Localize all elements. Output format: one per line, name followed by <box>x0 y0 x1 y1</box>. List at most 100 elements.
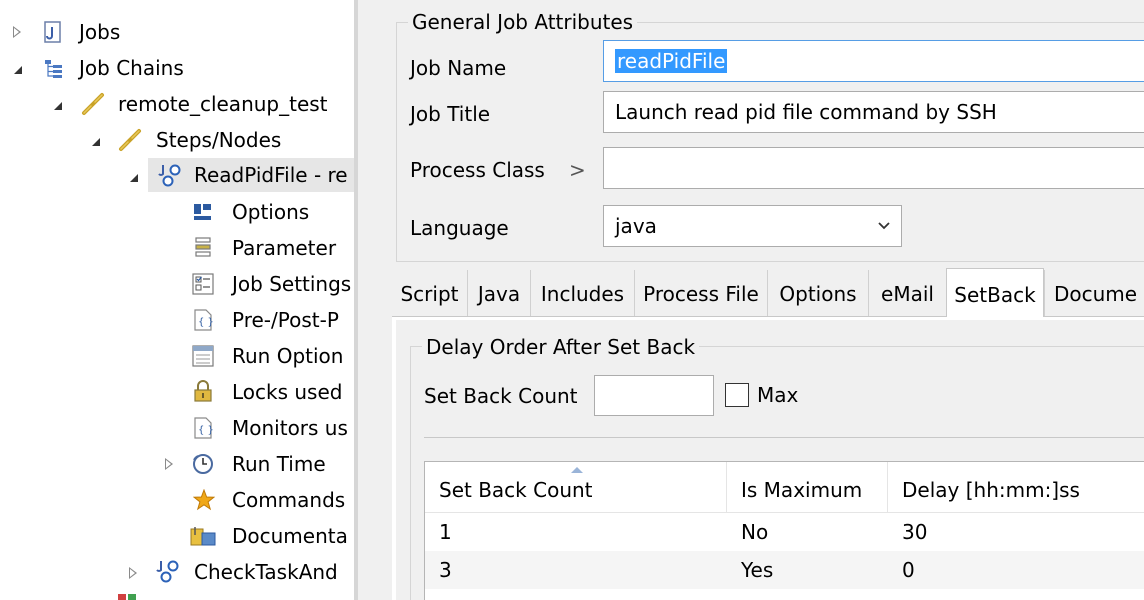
tree-item-monitors-used[interactable]: { } Monitors us <box>0 412 354 444</box>
tab-label: Includes <box>540 282 625 306</box>
setback-table[interactable]: Set Back Count Is Maximum Delay [hh:mm:]… <box>424 461 1144 600</box>
tree-item-label: Run Option <box>232 344 344 368</box>
tab-includes[interactable]: Includes <box>530 270 634 316</box>
cell-is-maximum: No <box>741 520 769 544</box>
tree-item-label: Monitors us <box>232 416 348 440</box>
options-icon <box>194 204 211 220</box>
tab-documentation[interactable]: Docume <box>1044 270 1144 316</box>
job-node-icon <box>156 560 179 583</box>
monitor-icon: { } <box>194 417 213 439</box>
column-header-delay[interactable]: Delay [hh:mm:]ss <box>888 462 1144 512</box>
job-tree[interactable]: Jobs Job Chains remote_cleanup_test Step… <box>0 0 354 600</box>
tab-process-file[interactable]: Process File <box>634 270 767 316</box>
column-header-label: Set Back Count <box>439 478 593 502</box>
expand-collapsed-icon[interactable] <box>128 566 138 580</box>
clock-icon <box>193 454 213 474</box>
table-row[interactable]: 1 No 30 <box>425 513 1144 551</box>
run-options-icon <box>192 345 214 367</box>
tree-item-label: ReadPidFile - re <box>194 163 348 187</box>
table-row[interactable]: 3 Yes 0 <box>425 551 1144 589</box>
chain-icon <box>82 93 104 115</box>
editor-tab-bar: Script Java Includes Process File Option… <box>392 268 1144 317</box>
tree-item-parameter[interactable]: Parameter <box>0 232 354 264</box>
process-class-browse-icon[interactable]: > <box>569 158 586 182</box>
job-node-icon <box>158 164 181 187</box>
tab-java[interactable]: Java <box>467 270 530 316</box>
cell-delay: 0 <box>902 558 915 582</box>
tree-item-label: CheckTaskAnd <box>194 560 338 584</box>
job-chains-icon <box>45 60 62 78</box>
svg-text:{ }: { } <box>198 425 213 436</box>
tree-item-readpidfile[interactable]: ReadPidFile - re <box>130 158 354 192</box>
column-header-set-back-count[interactable]: Set Back Count <box>425 462 727 512</box>
tree-item-label: Jobs <box>79 20 121 44</box>
language-label: Language <box>410 216 509 240</box>
tree-item-label: Commands <box>232 488 346 512</box>
expand-collapsed-icon[interactable] <box>164 457 174 471</box>
tab-label: eMail <box>881 282 934 306</box>
tree-item-label: Steps/Nodes <box>156 128 282 152</box>
parameter-icon <box>195 237 211 257</box>
set-back-count-input[interactable] <box>594 375 714 416</box>
tree-item-label: Documenta <box>232 524 348 548</box>
process-class-input[interactable] <box>603 147 1144 189</box>
max-label: Max <box>757 383 799 407</box>
tree-item-run-options[interactable]: Run Option <box>0 340 354 372</box>
tree-item-job-chains[interactable]: Job Chains <box>0 52 354 84</box>
tab-label: SetBack <box>954 283 1036 307</box>
job-title-label: Job Title <box>410 102 491 126</box>
language-select[interactable]: java <box>603 205 902 247</box>
tree-item-locks-used[interactable]: Locks used <box>0 376 354 408</box>
expand-open-icon[interactable] <box>92 138 100 146</box>
tree-item-job-settings[interactable]: Job Settings <box>0 268 354 300</box>
tab-label: Script <box>400 282 459 306</box>
jobs-folder-icon <box>44 21 61 43</box>
language-value: java <box>615 214 657 238</box>
tree-item-options[interactable]: Options <box>0 196 354 228</box>
tree-item-jobs[interactable]: Jobs <box>0 16 354 48</box>
column-header-label: Delay [hh:mm:]ss <box>902 478 1080 502</box>
chevron-down-icon <box>878 222 890 230</box>
job-settings-icon <box>192 273 214 295</box>
partial-tree-icon <box>118 594 142 600</box>
tree-item-remote-cleanup-test[interactable]: remote_cleanup_test <box>0 88 354 120</box>
tab-script[interactable]: Script <box>392 270 467 316</box>
chain-icon <box>119 129 141 151</box>
tab-label: Process File <box>643 282 759 306</box>
tree-item-label: Pre-/Post-P <box>232 308 339 332</box>
job-title-input[interactable]: Launch read pid file command by SSH <box>603 91 1144 133</box>
tree-item-label: Run Time <box>232 452 326 476</box>
tree-item-run-time[interactable]: Run Time <box>0 448 354 480</box>
set-back-count-label: Set Back Count <box>424 384 578 408</box>
star-icon <box>193 489 215 511</box>
expand-open-icon[interactable] <box>130 174 138 182</box>
column-header-is-maximum[interactable]: Is Maximum <box>727 462 888 512</box>
group-legend: General Job Attributes <box>408 11 638 33</box>
documentation-icon <box>190 527 216 546</box>
tree-item-label: remote_cleanup_test <box>118 92 328 116</box>
cell-delay: 30 <box>902 520 928 544</box>
tab-label: Java <box>477 282 521 306</box>
tab-label: Options <box>779 282 857 306</box>
cell-set-back-count: 3 <box>439 558 452 582</box>
expand-open-icon[interactable] <box>14 66 22 74</box>
tab-setback[interactable]: SetBack <box>946 268 1044 317</box>
tab-options[interactable]: Options <box>767 270 868 316</box>
sort-ascending-icon <box>571 467 583 473</box>
tree-item-label: Locks used <box>232 380 343 404</box>
tree-item-label: Job Settings <box>232 272 352 296</box>
tree-item-documentation[interactable]: Documenta <box>0 520 354 552</box>
tree-item-checktaskand[interactable]: CheckTaskAnd <box>0 556 354 588</box>
cell-set-back-count: 1 <box>439 520 452 544</box>
tree-item-label: Parameter <box>232 236 337 260</box>
tab-email[interactable]: eMail <box>868 270 946 316</box>
tab-label: Docume <box>1054 282 1138 306</box>
expand-collapsed-icon[interactable] <box>12 25 22 39</box>
expand-open-icon[interactable] <box>54 102 62 110</box>
max-checkbox[interactable] <box>725 383 749 407</box>
tree-item-steps-nodes[interactable]: Steps/Nodes <box>0 124 354 156</box>
group-legend: Delay Order After Set Back <box>422 336 700 358</box>
tree-item-pre-post-processing[interactable]: { } Pre-/Post-P <box>0 304 354 336</box>
tree-item-commands[interactable]: Commands <box>0 484 354 516</box>
job-name-input[interactable]: readPidFile <box>603 40 1144 82</box>
